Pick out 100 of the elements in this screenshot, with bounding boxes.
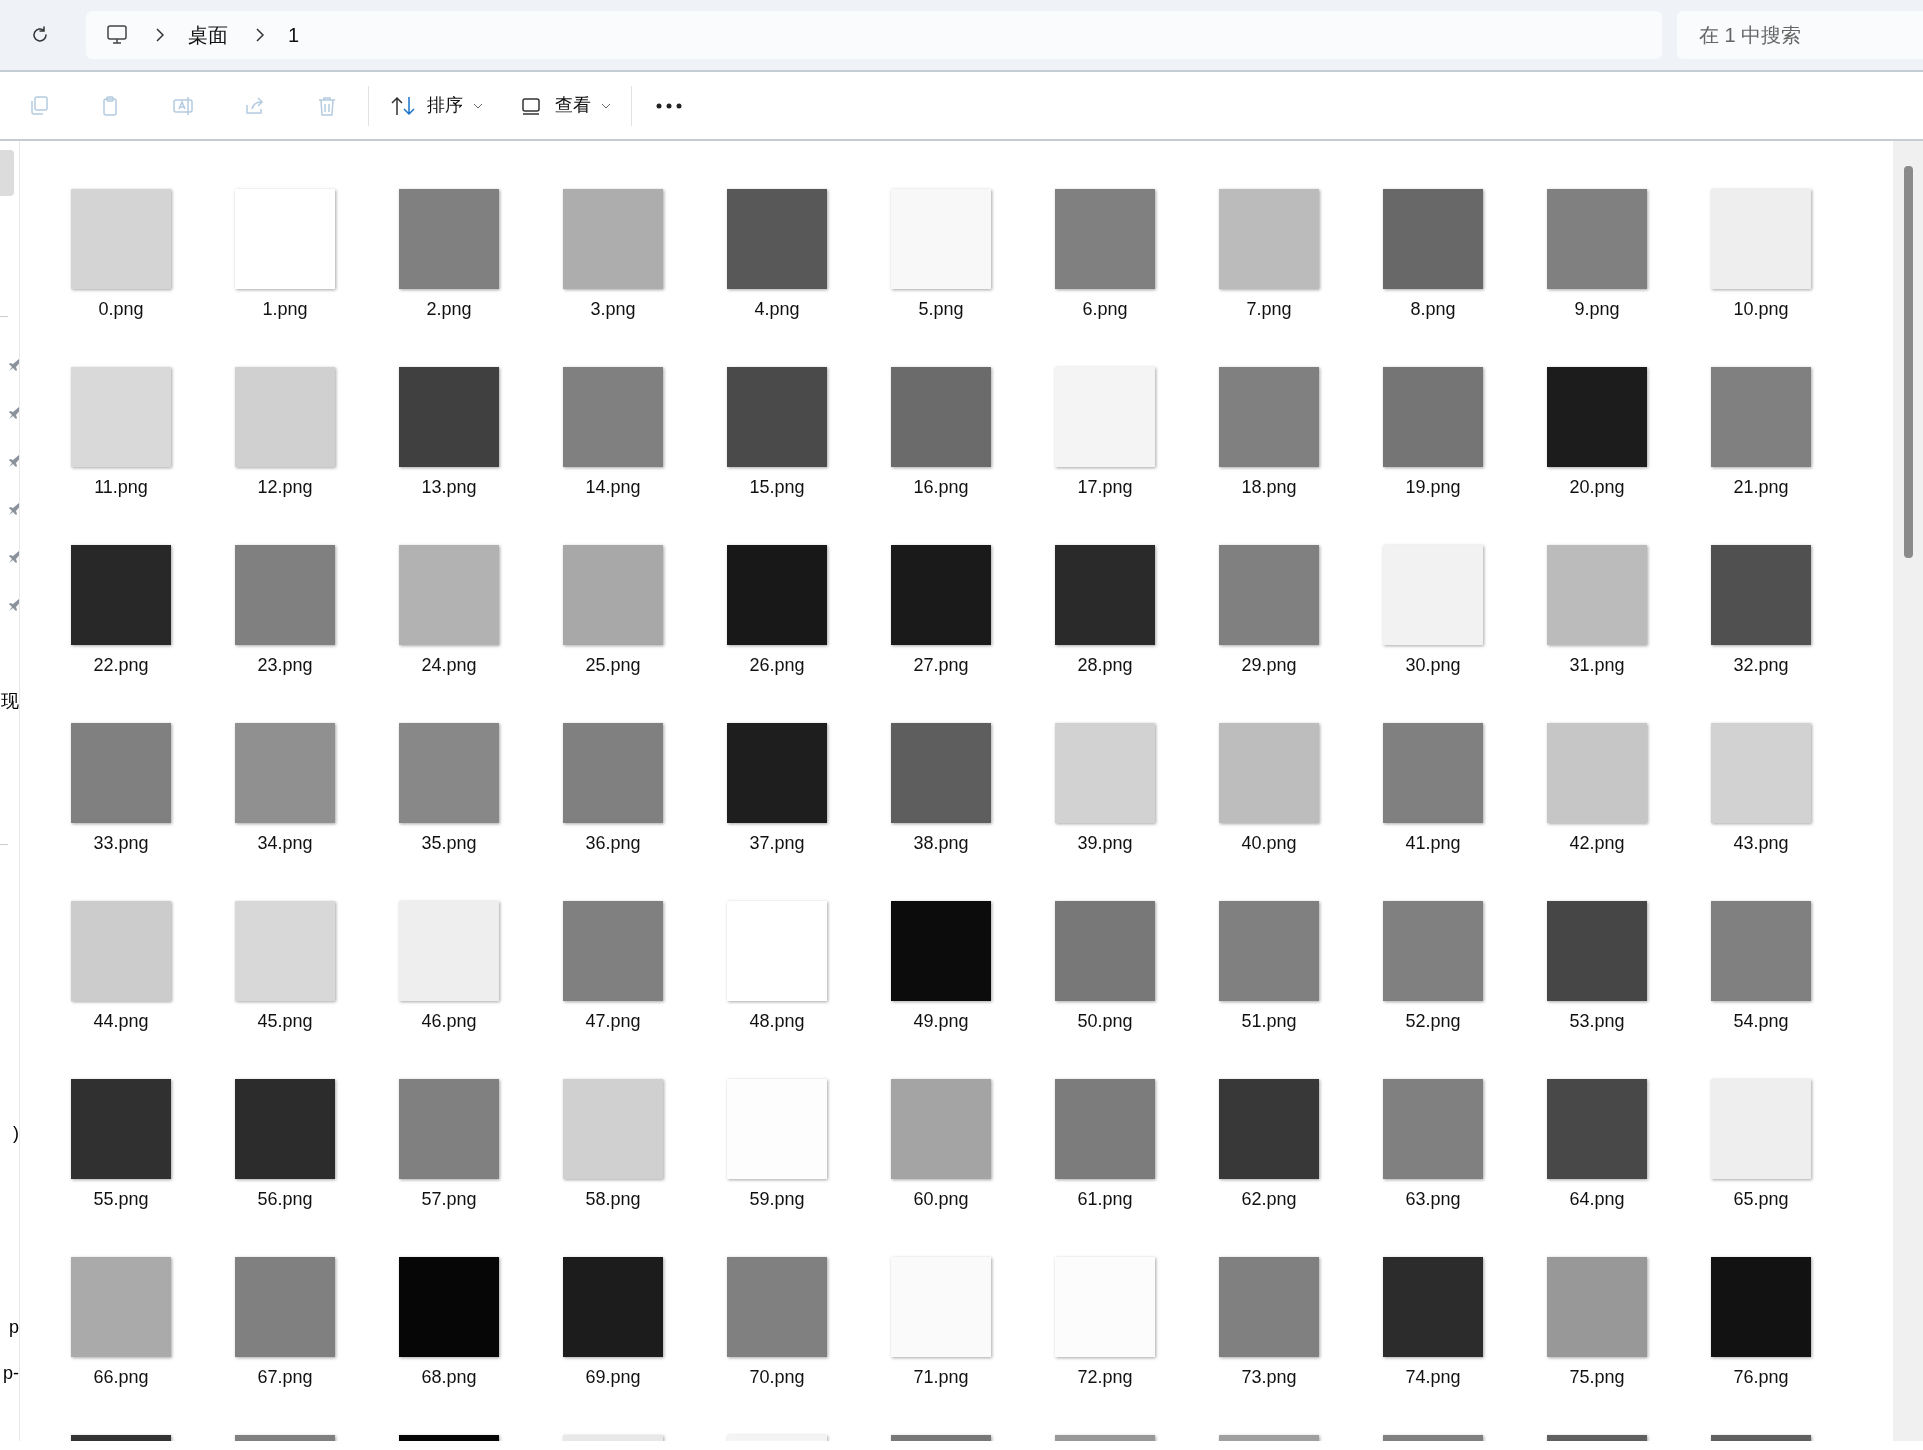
image-thumbnail[interactable]: [1547, 545, 1647, 645]
image-thumbnail[interactable]: [1055, 901, 1155, 1001]
file-name[interactable]: 12.png: [257, 475, 313, 499]
file-name[interactable]: 15.png: [749, 475, 805, 499]
image-thumbnail[interactable]: [71, 901, 171, 1001]
pin-icon[interactable]: [9, 359, 19, 371]
image-thumbnail[interactable]: [1383, 901, 1483, 1001]
file-name[interactable]: 30.png: [1405, 653, 1461, 677]
file-name[interactable]: 76.png: [1733, 1365, 1789, 1389]
image-thumbnail[interactable]: [399, 545, 499, 645]
image-thumbnail[interactable]: [891, 1257, 991, 1357]
file-name[interactable]: 60.png: [913, 1187, 969, 1211]
image-thumbnail[interactable]: [1547, 1079, 1647, 1179]
file-name[interactable]: 57.png: [421, 1187, 477, 1211]
image-thumbnail[interactable]: [71, 723, 171, 823]
image-thumbnail[interactable]: [235, 189, 335, 289]
image-thumbnail[interactable]: [727, 189, 827, 289]
chevron-icon[interactable]: [256, 28, 264, 42]
file-name[interactable]: 31.png: [1569, 653, 1625, 677]
file-name[interactable]: 28.png: [1077, 653, 1133, 677]
file-name[interactable]: 49.png: [913, 1009, 969, 1033]
file-name[interactable]: 52.png: [1405, 1009, 1461, 1033]
image-thumbnail[interactable]: [1547, 367, 1647, 467]
file-name[interactable]: 45.png: [257, 1009, 313, 1033]
file-name[interactable]: 25.png: [585, 653, 641, 677]
file-name[interactable]: 61.png: [1077, 1187, 1133, 1211]
file-name[interactable]: 46.png: [421, 1009, 477, 1033]
file-name[interactable]: 43.png: [1733, 831, 1789, 855]
image-thumbnail[interactable]: [727, 545, 827, 645]
breadcrumb[interactable]: 桌面: [188, 20, 228, 50]
file-name[interactable]: 29.png: [1241, 653, 1297, 677]
image-thumbnail[interactable]: [727, 901, 827, 1001]
image-thumbnail[interactable]: [891, 545, 991, 645]
file-name[interactable]: 68.png: [421, 1365, 477, 1389]
file-name[interactable]: 55.png: [93, 1187, 149, 1211]
file-name[interactable]: 27.png: [913, 653, 969, 677]
image-thumbnail[interactable]: [1383, 723, 1483, 823]
pin-icon[interactable]: [9, 503, 19, 515]
file-name[interactable]: 16.png: [913, 475, 969, 499]
file-name[interactable]: 1.png: [262, 297, 308, 321]
file-name[interactable]: 32.png: [1733, 653, 1789, 677]
pin-icon[interactable]: [9, 599, 19, 611]
file-name[interactable]: 8.png: [1410, 297, 1456, 321]
file-name[interactable]: 44.png: [93, 1009, 149, 1033]
image-thumbnail[interactable]: [1219, 367, 1319, 467]
file-name[interactable]: 37.png: [749, 831, 805, 855]
image-thumbnail[interactable]: [891, 1079, 991, 1179]
file-name[interactable]: 47.png: [585, 1009, 641, 1033]
file-name[interactable]: 64.png: [1569, 1187, 1625, 1211]
search-field[interactable]: 在 1 中搜索: [1677, 11, 1923, 59]
file-name[interactable]: 59.png: [749, 1187, 805, 1211]
file-name[interactable]: 24.png: [421, 653, 477, 677]
file-name[interactable]: 5.png: [918, 297, 964, 321]
image-thumbnail[interactable]: [1711, 367, 1811, 467]
file-name[interactable]: 9.png: [1574, 297, 1620, 321]
image-thumbnail[interactable]: [1219, 723, 1319, 823]
file-name[interactable]: 67.png: [257, 1365, 313, 1389]
image-thumbnail[interactable]: [1547, 723, 1647, 823]
image-thumbnail[interactable]: [1219, 901, 1319, 1001]
file-name[interactable]: 34.png: [257, 831, 313, 855]
file-name[interactable]: 35.png: [421, 831, 477, 855]
file-name[interactable]: 50.png: [1077, 1009, 1133, 1033]
image-thumbnail[interactable]: [1055, 545, 1155, 645]
image-thumbnail[interactable]: [399, 1257, 499, 1357]
image-thumbnail[interactable]: [1383, 545, 1483, 645]
image-thumbnail[interactable]: [235, 1079, 335, 1179]
file-name[interactable]: 19.png: [1405, 475, 1461, 499]
image-thumbnail[interactable]: [1055, 1257, 1155, 1357]
image-thumbnail[interactable]: [399, 1079, 499, 1179]
image-thumbnail[interactable]: [727, 367, 827, 467]
file-name[interactable]: 14.png: [585, 475, 641, 499]
image-thumbnail[interactable]: [1547, 901, 1647, 1001]
file-name[interactable]: 51.png: [1241, 1009, 1297, 1033]
image-thumbnail[interactable]: [1711, 189, 1811, 289]
image-thumbnail[interactable]: [563, 1079, 663, 1179]
image-thumbnail[interactable]: [727, 723, 827, 823]
image-thumbnail[interactable]: [1711, 1079, 1811, 1179]
image-thumbnail[interactable]: [1547, 189, 1647, 289]
view-menu-button[interactable]: 查看: [519, 85, 611, 126]
image-thumbnail[interactable]: [1547, 1257, 1647, 1357]
image-thumbnail[interactable]: [71, 189, 171, 289]
file-name[interactable]: 18.png: [1241, 475, 1297, 499]
image-thumbnail[interactable]: [563, 1257, 663, 1357]
file-name[interactable]: 41.png: [1405, 831, 1461, 855]
file-name[interactable]: 66.png: [93, 1365, 149, 1389]
file-name[interactable]: 72.png: [1077, 1365, 1133, 1389]
image-thumbnail[interactable]: [235, 901, 335, 1001]
sidebar-label[interactable]: p: [9, 1315, 19, 1339]
image-thumbnail[interactable]: [71, 545, 171, 645]
image-thumbnail[interactable]: [1219, 1257, 1319, 1357]
breadcrumb[interactable]: 1: [288, 20, 300, 50]
image-thumbnail[interactable]: [891, 901, 991, 1001]
file-name[interactable]: 10.png: [1733, 297, 1789, 321]
file-name[interactable]: 3.png: [590, 297, 636, 321]
image-thumbnail[interactable]: [1055, 1079, 1155, 1179]
image-thumbnail[interactable]: [1711, 901, 1811, 1001]
image-thumbnail[interactable]: [1219, 1079, 1319, 1179]
image-thumbnail[interactable]: [235, 723, 335, 823]
file-name[interactable]: 26.png: [749, 653, 805, 677]
image-thumbnail[interactable]: [891, 367, 991, 467]
